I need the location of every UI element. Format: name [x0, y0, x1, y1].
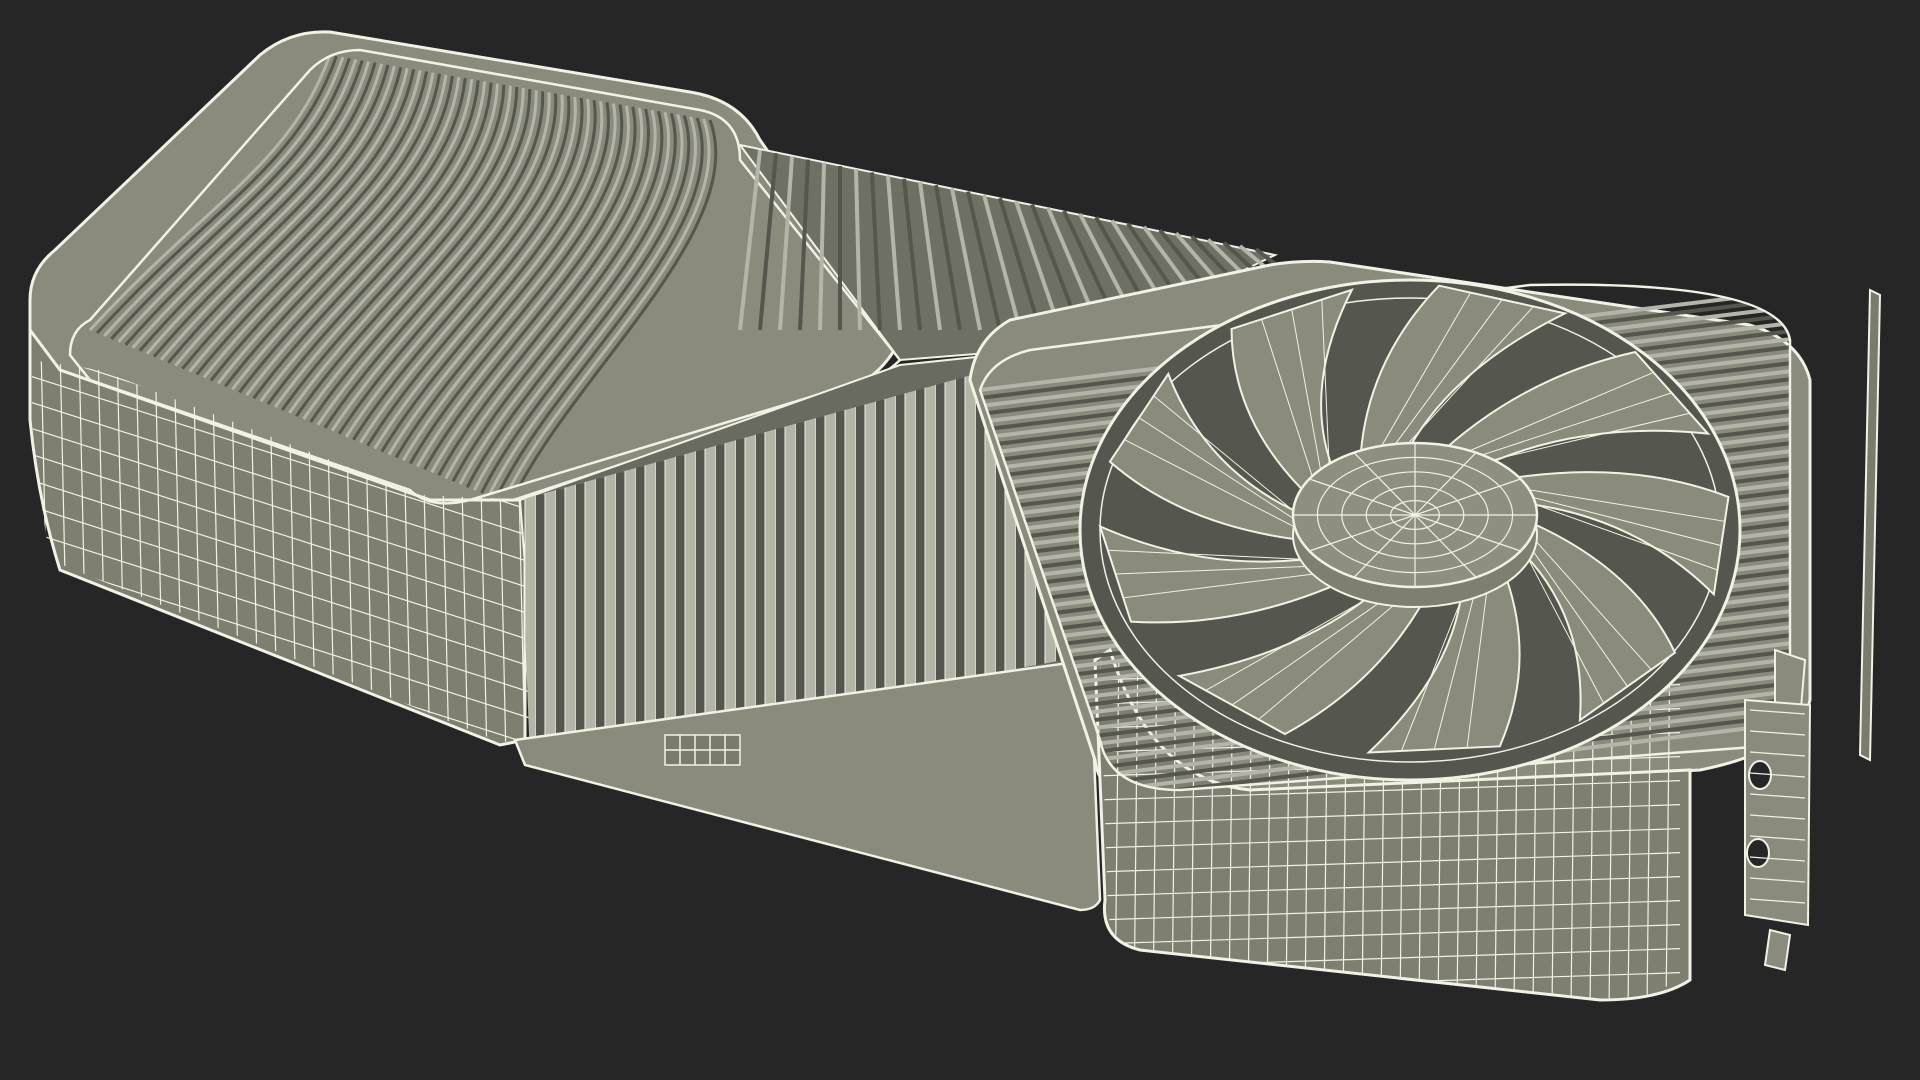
fan-hub	[1291, 441, 1539, 608]
fan	[1078, 278, 1742, 782]
render-viewport	[0, 0, 1920, 1080]
power-connector	[664, 734, 741, 766]
gpu-wireframe-render	[28, 30, 1882, 1002]
